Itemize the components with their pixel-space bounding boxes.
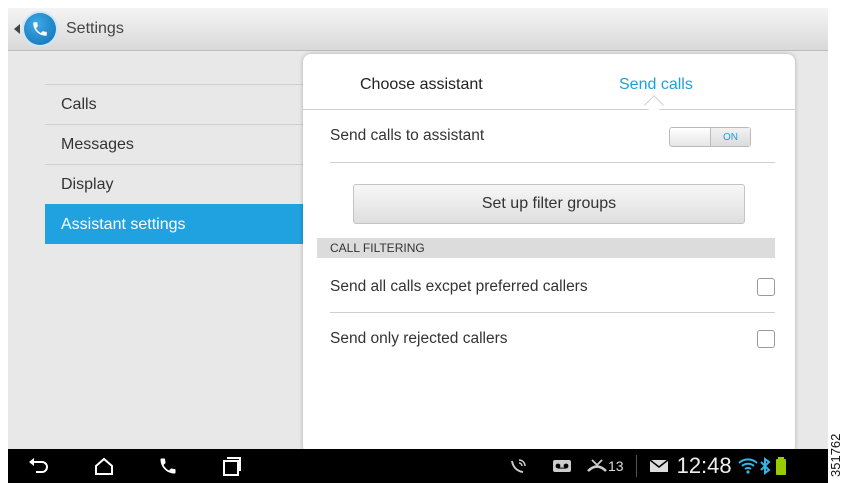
set-up-filter-groups-button[interactable]: Set up filter groups — [353, 184, 745, 224]
back-arrow-icon[interactable] — [28, 456, 50, 476]
tablet-screen: Settings Calls Messages Display Assistan… — [8, 8, 828, 483]
phone-call-status-icon — [511, 459, 526, 473]
option-send-all-calls-row[interactable]: Send all calls excpet preferred callers — [330, 261, 775, 313]
action-bar: Settings — [8, 8, 828, 51]
home-icon[interactable] — [93, 456, 115, 476]
send-calls-toggle[interactable]: ON — [669, 127, 751, 147]
phone-handset-icon — [33, 22, 47, 36]
phone-icon[interactable] — [158, 456, 178, 476]
option-send-all-calls-checkbox[interactable] — [757, 277, 775, 296]
voicemail-icon — [553, 460, 571, 472]
call-filtering-header: CALL FILTERING — [317, 238, 775, 258]
tab-send-calls[interactable]: Send calls — [619, 76, 693, 94]
list-item-calls[interactable]: Calls — [45, 84, 305, 124]
option-rejected-callers-label: Send only rejected callers — [330, 330, 508, 347]
phone-app-icon[interactable] — [24, 13, 56, 45]
status-divider — [635, 455, 637, 477]
assistant-settings-panel: Choose assistant Send calls Send calls t… — [303, 54, 795, 454]
list-item-messages[interactable]: Messages — [45, 124, 305, 164]
battery-icon — [775, 457, 786, 475]
message-envelope-icon — [649, 459, 669, 472]
option-send-all-calls-label: Send all calls excpet preferred callers — [330, 277, 588, 295]
recent-apps-icon[interactable] — [220, 456, 242, 476]
back-caret-icon[interactable] — [14, 24, 20, 34]
clock: 12:48 — [676, 453, 732, 478]
app-title: Settings — [66, 20, 124, 37]
status-area: 13 12:48 — [508, 449, 786, 483]
option-rejected-callers-checkbox[interactable] — [757, 330, 775, 348]
send-calls-label: Send calls to assistant — [330, 127, 485, 144]
wifi-icon — [737, 458, 758, 474]
missed-call-count: 13 — [608, 458, 624, 474]
list-item-assistant-settings[interactable]: Assistant settings — [45, 204, 305, 244]
bluetooth-icon — [759, 457, 771, 475]
list-item-display[interactable]: Display — [45, 164, 305, 204]
toggle-on-label: ON — [710, 128, 750, 146]
option-rejected-callers-row[interactable]: Send only rejected callers — [330, 313, 775, 365]
figure-id-watermark: 351762 — [828, 433, 841, 477]
tab-choose-assistant[interactable]: Choose assistant — [360, 76, 483, 94]
tab-bar: Choose assistant Send calls — [303, 54, 795, 115]
system-navigation-bar: 13 12:48 — [8, 449, 828, 483]
missed-call-icon — [587, 459, 607, 472]
send-calls-to-assistant-row: Send calls to assistant ON — [330, 110, 775, 163]
settings-category-list: Calls Messages Display Assistant setting… — [45, 84, 305, 244]
